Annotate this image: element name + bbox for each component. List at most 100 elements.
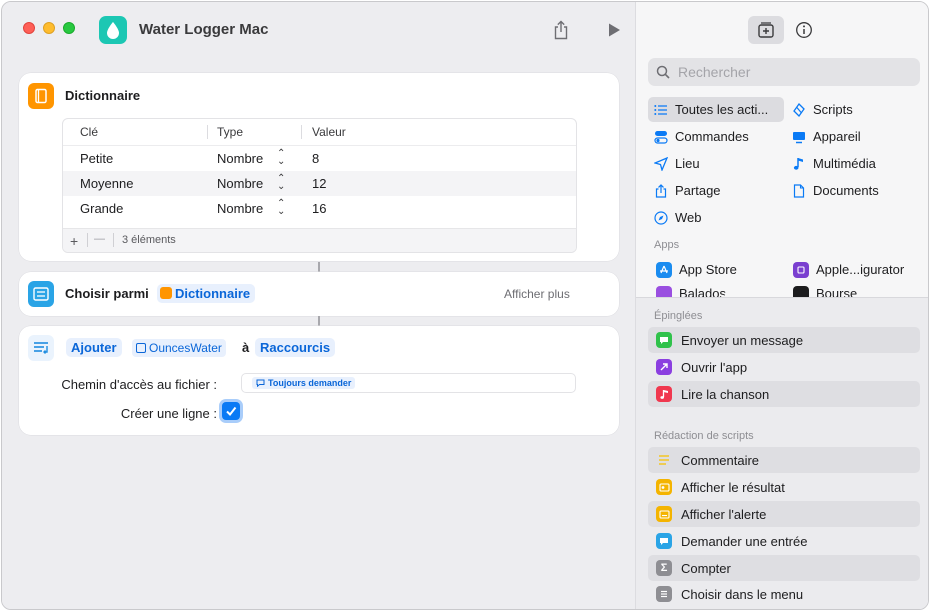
category-all-actions[interactable]: Toutes les acti... (648, 97, 784, 122)
minimize-window-button[interactable] (43, 22, 55, 34)
shortcut-editor: Water Logger Mac Dictionnaire Clé Type V… (2, 2, 635, 609)
stocks-icon (793, 286, 809, 297)
row-value[interactable]: 12 (312, 176, 326, 191)
category-sharing[interactable]: Partage (648, 178, 721, 203)
category-controls[interactable]: Commandes (648, 124, 749, 149)
row-type[interactable]: Nombre (217, 201, 263, 216)
make-new-line-checkbox[interactable] (222, 402, 240, 420)
shortcut-title[interactable]: Water Logger Mac (139, 21, 268, 38)
category-location[interactable]: Lieu (648, 151, 700, 176)
append-preposition: à (242, 340, 250, 355)
share-icon (654, 183, 668, 198)
app-label: Bourse (816, 286, 858, 297)
action-ask-for-input[interactable]: Demander une entrée (648, 528, 920, 554)
category-label: Multimédia (813, 156, 876, 171)
action-show-result[interactable]: Afficher le résultat (648, 474, 920, 500)
row-key[interactable]: Grande (80, 201, 123, 216)
run-button[interactable] (603, 19, 625, 41)
category-media[interactable]: Multimédia (786, 151, 876, 176)
choose-from-title: Choisir parmi (65, 286, 149, 301)
remove-item-button[interactable]: — (94, 233, 105, 245)
action-send-message[interactable]: Envoyer un message (648, 327, 920, 353)
app-store-icon (656, 261, 672, 278)
dictionary-token[interactable]: Dictionnaire (157, 284, 256, 303)
music-note-icon (792, 157, 806, 171)
variable-token[interactable]: OuncesWater (132, 339, 226, 357)
variable-icon (136, 343, 146, 353)
append-to-file-action[interactable]: Ajouter OuncesWater à Raccourcis Chemin … (19, 326, 619, 435)
action-label: Ouvrir l'app (681, 359, 748, 375)
info-icon (796, 22, 812, 38)
variable-token-label: OuncesWater (149, 341, 222, 355)
category-label: Commandes (675, 129, 749, 144)
category-label: Partage (675, 183, 721, 198)
row-value[interactable]: 16 (312, 201, 326, 216)
footer-divider (87, 233, 88, 247)
app-apple-configurator[interactable]: Apple...igurator (787, 257, 904, 282)
app-app-store[interactable]: App Store (650, 257, 737, 282)
category-web[interactable]: Web (648, 205, 702, 230)
menu-icon (656, 586, 672, 602)
append-verb-token[interactable]: Ajouter (66, 338, 122, 357)
row-key[interactable]: Moyenne (80, 176, 133, 191)
choose-from-action[interactable]: Choisir parmi Dictionnaire Afficher plus (19, 272, 619, 316)
app-podcasts[interactable]: Balados (650, 283, 726, 297)
category-label: Web (675, 210, 702, 225)
chevron-updown-icon[interactable]: ⌃ ⌄ (277, 199, 285, 217)
category-documents[interactable]: Documents (786, 178, 879, 203)
messages-icon (656, 332, 672, 348)
action-library-sidebar: Rechercher Toutes les acti... Scripts Co… (635, 2, 928, 609)
close-window-button[interactable] (23, 22, 35, 34)
row-value[interactable]: 8 (312, 151, 319, 166)
file-path-label: Chemin d'accès au fichier : (61, 377, 217, 392)
always-ask-token[interactable]: Toujours demander (252, 377, 356, 389)
music-icon (656, 386, 672, 402)
library-tab-button[interactable] (748, 16, 784, 44)
row-type[interactable]: Nombre (217, 176, 263, 191)
chevron-updown-icon[interactable]: ⌃ ⌄ (277, 174, 285, 192)
add-item-button[interactable]: + (70, 233, 78, 249)
apps-section-label: Apps (654, 239, 680, 251)
show-more-button[interactable]: Afficher plus (504, 287, 570, 301)
dictionary-action[interactable]: Dictionnaire Clé Type Valeur Petite Nomb… (19, 73, 619, 261)
app-label: Balados (679, 286, 726, 297)
action-play-song[interactable]: Lire la chanson (648, 381, 920, 407)
column-header-value: Valeur (312, 125, 346, 139)
table-row[interactable]: Petite Nombre ⌃ ⌄ 8 (63, 146, 576, 171)
action-open-app[interactable]: Ouvrir l'app (648, 354, 920, 380)
column-divider (301, 125, 302, 139)
column-divider (207, 125, 208, 139)
row-type[interactable]: Nombre (217, 151, 263, 166)
app-stocks[interactable]: Bourse (787, 283, 857, 297)
document-icon (792, 183, 806, 198)
podcasts-icon (656, 286, 672, 297)
table-row[interactable]: Grande Nombre ⌃ ⌄ 16 (63, 196, 576, 221)
app-label: Apple...igurator (816, 262, 905, 277)
zoom-window-button[interactable] (63, 22, 75, 34)
action-comment[interactable]: Commentaire (648, 447, 920, 473)
dictionary-title: Dictionnaire (65, 88, 141, 103)
action-count[interactable]: Σ Compter (648, 555, 920, 581)
category-label: Documents (813, 183, 879, 198)
category-device[interactable]: Appareil (786, 124, 861, 149)
search-placeholder: Rechercher (678, 64, 751, 80)
show-result-icon (656, 479, 672, 495)
file-path-field[interactable]: Toujours demander (241, 373, 576, 393)
share-icon (554, 20, 568, 40)
row-key[interactable]: Petite (80, 151, 113, 166)
play-icon (609, 23, 620, 37)
action-choose-from-menu[interactable]: Choisir dans le menu (648, 581, 920, 607)
target-token[interactable]: Raccourcis (255, 338, 336, 357)
share-button[interactable] (550, 19, 572, 41)
details-tab-button[interactable] (786, 16, 822, 44)
action-show-alert[interactable]: Afficher l'alerte (648, 501, 920, 527)
chevron-updown-icon[interactable]: ⌃ ⌄ (277, 149, 285, 167)
open-app-icon (656, 359, 672, 375)
table-row[interactable]: Moyenne Nombre ⌃ ⌄ 12 (63, 171, 576, 196)
append-icon (28, 335, 54, 361)
category-label: Appareil (813, 129, 861, 144)
shortcut-icon[interactable] (99, 16, 127, 44)
category-scripts[interactable]: Scripts (786, 97, 853, 122)
action-search-field[interactable]: Rechercher (648, 58, 920, 86)
choose-list-icon (28, 281, 54, 307)
